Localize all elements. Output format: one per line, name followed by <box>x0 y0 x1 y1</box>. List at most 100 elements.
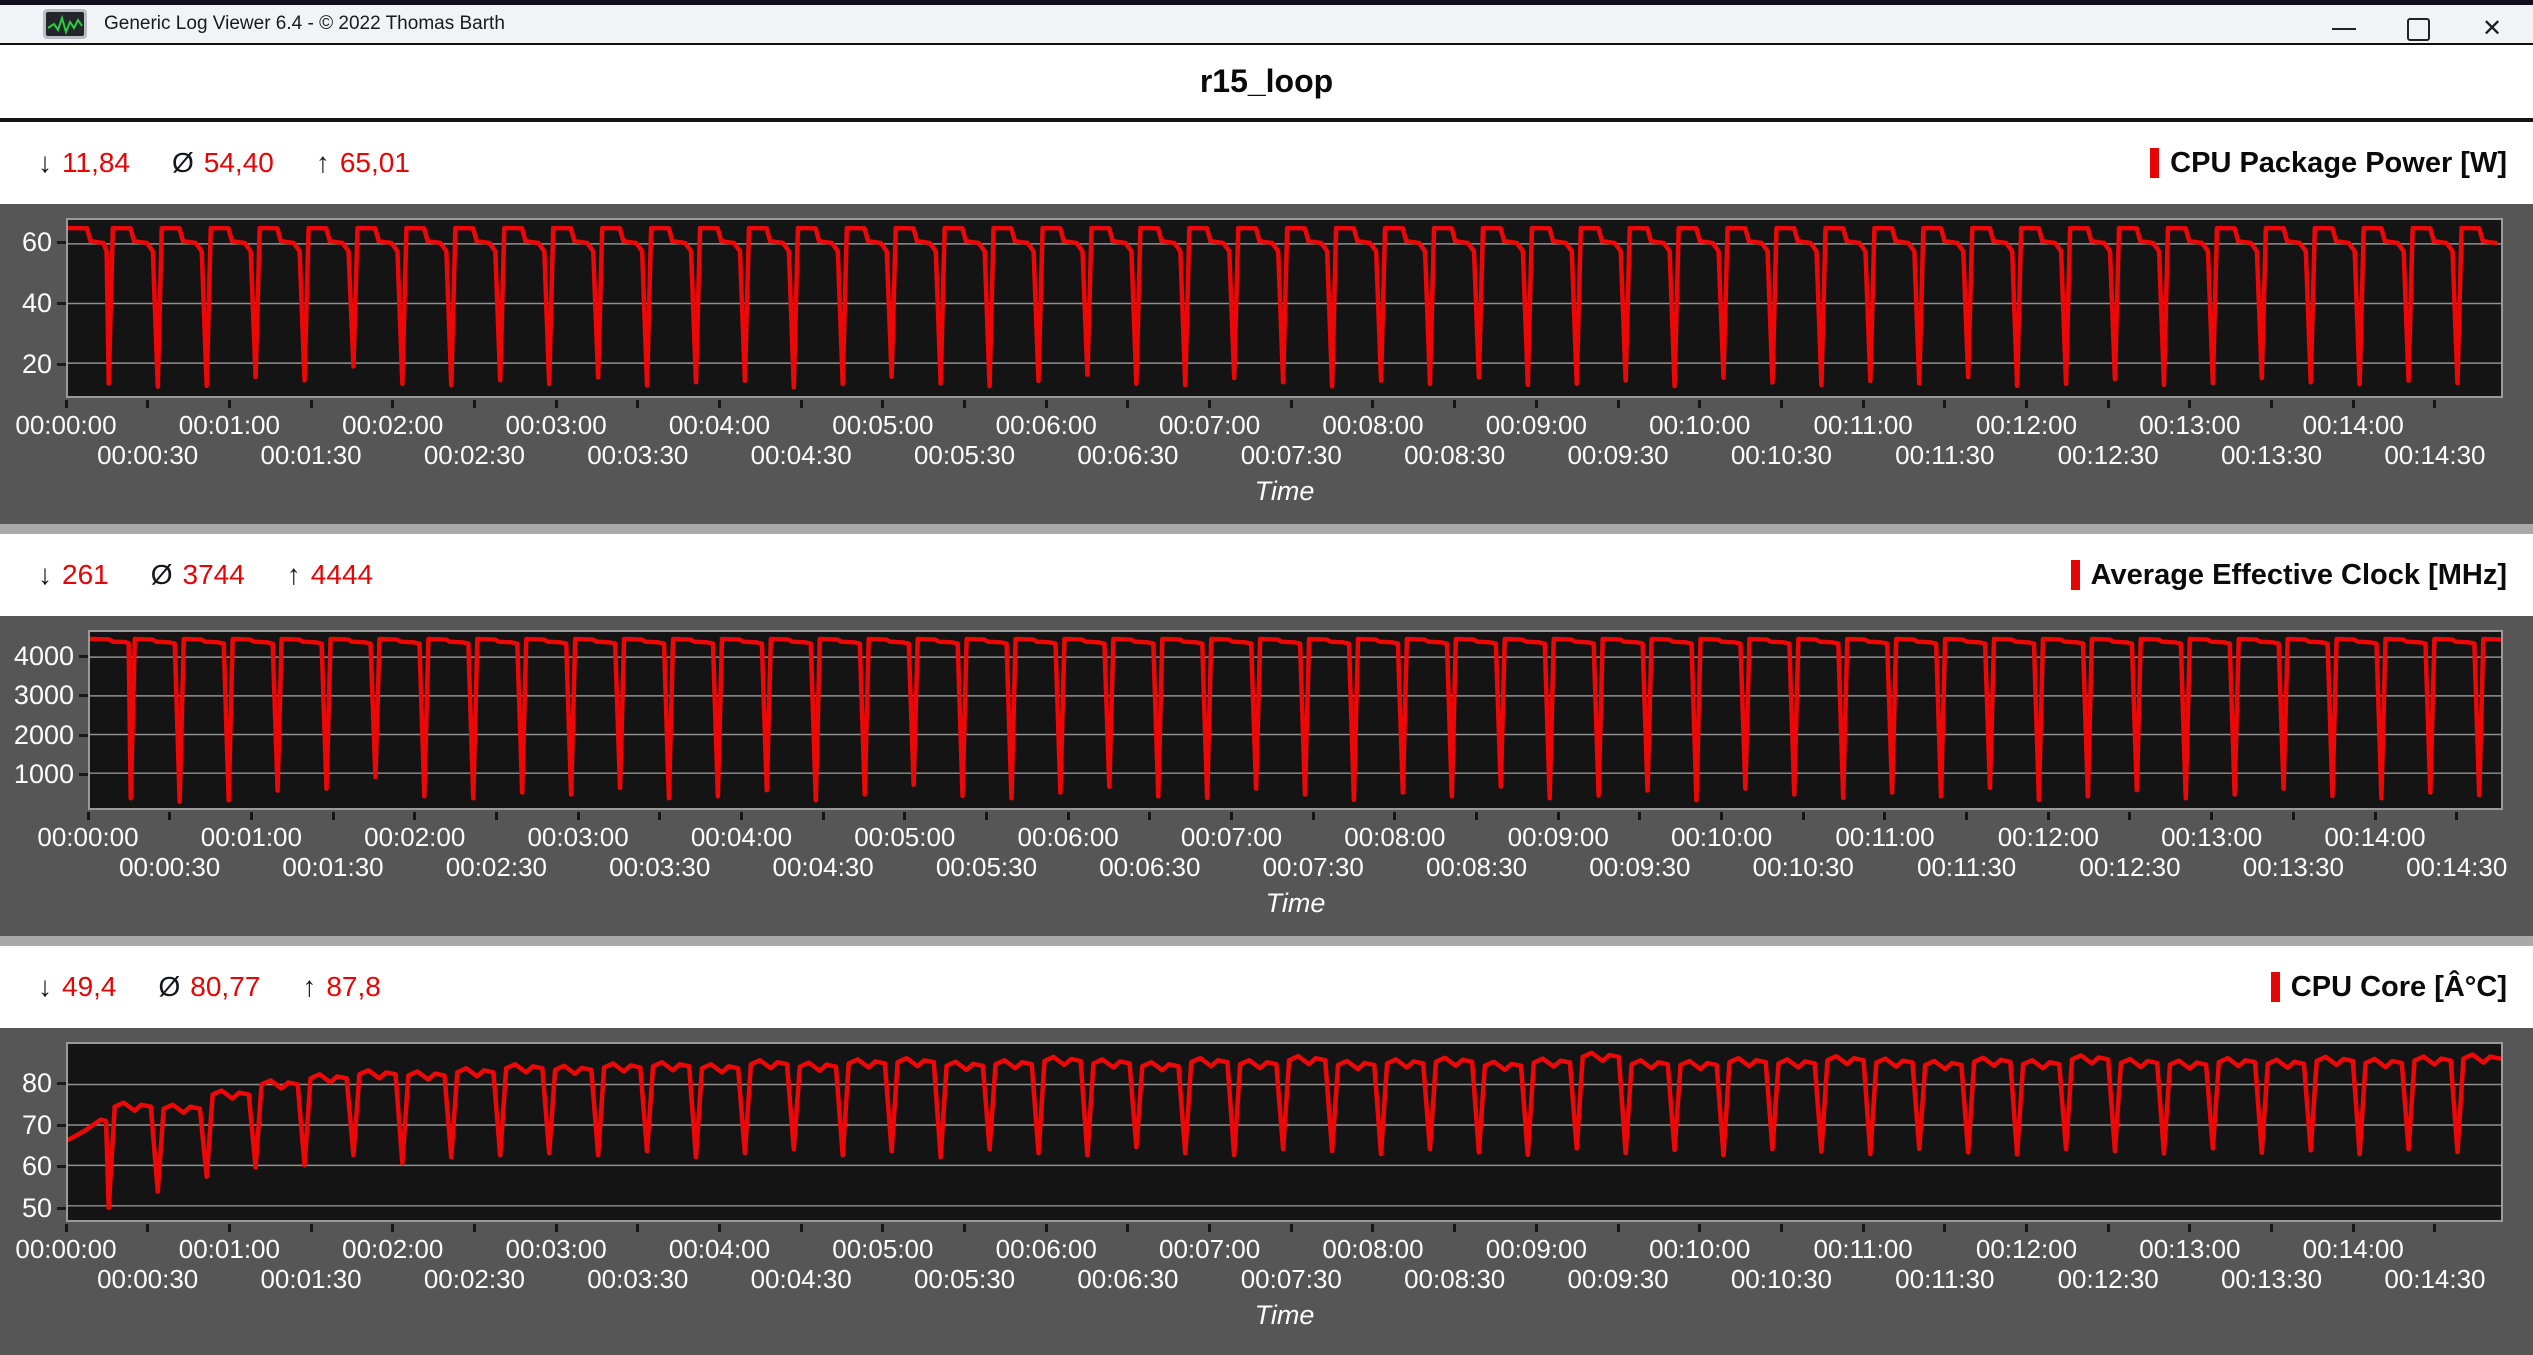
x-axis-tick <box>1045 400 1048 408</box>
x-axis-tick <box>1943 1224 1946 1232</box>
x-axis-tick <box>1371 400 1374 408</box>
app-icon <box>42 8 88 40</box>
legend-color-bar <box>2271 972 2280 1002</box>
x-axis-label: 00:07:00 <box>1120 1234 1300 1265</box>
x-axis-tick <box>963 400 966 408</box>
x-axis-label: 00:05:30 <box>896 852 1076 883</box>
plot-area[interactable] <box>66 218 2503 398</box>
legend-label: Average Effective Clock [MHz] <box>2091 559 2507 592</box>
x-axis-tick <box>1780 400 1783 408</box>
x-axis-tick <box>1535 1224 1538 1232</box>
x-axis-label: 00:01:00 <box>139 410 319 441</box>
x-axis-tick <box>1535 400 1538 408</box>
x-axis-tick <box>2433 400 2436 408</box>
minimize-button[interactable] <box>2307 10 2381 48</box>
plot-area[interactable] <box>66 1042 2503 1222</box>
x-axis-tick <box>1883 812 1886 820</box>
x-axis-label: 00:13:30 <box>2182 440 2362 471</box>
plot-area[interactable] <box>88 630 2503 810</box>
y-axis-tick <box>57 363 66 366</box>
x-axis-label: 00:06:00 <box>956 410 1136 441</box>
x-axis-tick <box>2374 812 2377 820</box>
x-axis-label: 00:01:30 <box>221 1264 401 1295</box>
x-axis-label: 00:01:00 <box>139 1234 319 1265</box>
data-series-line <box>90 639 2501 802</box>
x-axis-tick <box>65 1224 68 1232</box>
x-axis-tick <box>65 400 68 408</box>
x-axis-label: 00:06:30 <box>1038 440 1218 471</box>
x-axis-tick <box>2292 812 2295 820</box>
y-axis-tick <box>79 694 88 697</box>
x-axis-tick <box>2270 1224 2273 1232</box>
x-axis-tick <box>1148 812 1151 820</box>
x-axis-tick <box>2270 400 2273 408</box>
x-axis-label: 00:05:00 <box>815 822 995 853</box>
x-axis-tick <box>1698 1224 1701 1232</box>
x-axis-label: 00:11:00 <box>1773 1234 1953 1265</box>
x-axis-label: 00:05:30 <box>875 1264 1055 1295</box>
x-axis-tick <box>1720 812 1723 820</box>
x-axis-label: 00:13:00 <box>2100 1234 2280 1265</box>
x-axis-label: 00:00:00 <box>0 822 178 853</box>
x-axis-tick <box>228 1224 231 1232</box>
x-axis-label: 00:11:30 <box>1855 440 2035 471</box>
x-axis-tick <box>1943 400 1946 408</box>
y-axis-label: 50 <box>0 1192 52 1224</box>
x-axis-label: 00:00:30 <box>58 440 238 471</box>
app-window: Generic Log Viewer 6.4 - © 2022 Thomas B… <box>0 0 2533 1355</box>
window-title: Generic Log Viewer 6.4 - © 2022 Thomas B… <box>104 13 505 35</box>
chart-panel-power: 20406000:00:0000:01:0000:02:0000:03:0000… <box>0 204 2533 524</box>
min-arrow-icon: ↓ <box>38 971 52 1003</box>
section-header-temp: ↓ 49,4 Ø 80,77 ↑ 87,8 CPU Core [Â°C] <box>0 946 2533 1028</box>
x-axis-label: 00:13:30 <box>2182 1264 2362 1295</box>
max-value: 4444 <box>311 559 373 591</box>
maximize-icon <box>2407 18 2430 41</box>
y-axis-tick <box>79 734 88 737</box>
x-axis-tick <box>1126 1224 1129 1232</box>
legend-color-bar <box>2150 148 2159 178</box>
avg-value: 3744 <box>183 559 245 591</box>
x-axis-label: 00:09:30 <box>1528 440 1708 471</box>
y-axis-tick <box>79 655 88 658</box>
x-axis-label: 00:06:30 <box>1038 1264 1218 1295</box>
x-axis-label: 00:07:00 <box>1120 410 1300 441</box>
titlebar[interactable]: Generic Log Viewer 6.4 - © 2022 Thomas B… <box>0 0 2533 45</box>
x-axis-label: 00:03:00 <box>466 410 646 441</box>
x-axis-label: 00:11:00 <box>1795 822 1975 853</box>
y-axis-label: 1000 <box>0 758 74 790</box>
x-axis-tick <box>1067 812 1070 820</box>
x-axis-label: 00:10:00 <box>1610 1234 1790 1265</box>
close-button[interactable]: ✕ <box>2455 10 2529 48</box>
x-axis-label: 00:00:30 <box>58 1264 238 1295</box>
x-axis-title: Time <box>1236 888 1356 919</box>
x-axis-tick <box>1230 812 1233 820</box>
x-axis-label: 00:02:30 <box>384 1264 564 1295</box>
x-axis-label: 00:02:00 <box>303 410 483 441</box>
y-axis-label: 60 <box>0 226 52 258</box>
x-axis-label: 00:04:00 <box>629 410 809 441</box>
x-axis-tick <box>413 812 416 820</box>
y-axis-tick <box>57 1207 66 1210</box>
min-arrow-icon: ↓ <box>38 559 52 591</box>
y-axis-tick <box>57 1082 66 1085</box>
x-axis-label: 00:14:30 <box>2367 852 2533 883</box>
section-divider <box>0 936 2533 946</box>
legend: CPU Package Power [W] <box>2150 147 2507 180</box>
chart-panel-temp: 5060708000:00:0000:01:0000:02:0000:03:00… <box>0 1028 2533 1355</box>
x-axis-tick <box>1290 1224 1293 1232</box>
x-axis-label: 00:07:30 <box>1223 852 1403 883</box>
x-axis-label: 00:06:30 <box>1060 852 1240 883</box>
x-axis-label: 00:07:30 <box>1201 440 1381 471</box>
x-axis-tick <box>577 812 580 820</box>
maximize-button[interactable] <box>2381 10 2455 48</box>
x-axis-title: Time <box>1225 476 1345 507</box>
x-axis-label: 00:14:30 <box>2345 1264 2525 1295</box>
x-axis-tick <box>2025 1224 2028 1232</box>
x-axis-label: 00:03:30 <box>548 1264 728 1295</box>
x-axis-label: 00:04:30 <box>711 440 891 471</box>
x-axis-tick <box>1371 1224 1374 1232</box>
x-axis-label: 00:12:00 <box>1936 410 2116 441</box>
x-axis-label: 00:02:00 <box>325 822 505 853</box>
x-axis-label: 00:13:30 <box>2203 852 2383 883</box>
avg-icon: Ø <box>151 559 173 591</box>
